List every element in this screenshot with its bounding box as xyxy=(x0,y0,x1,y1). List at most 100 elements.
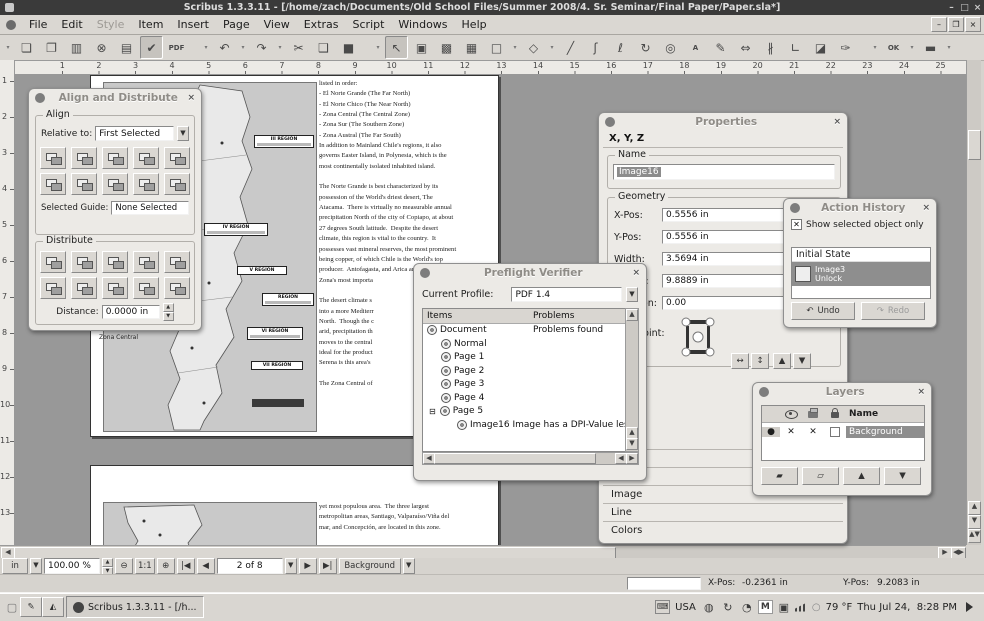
next-page-button[interactable]: ▶ xyxy=(299,558,317,574)
distance-spinner[interactable]: ▲▼ xyxy=(163,303,174,321)
history-item-selected[interactable]: Image3 Unlock xyxy=(792,262,930,286)
distribute-equal-v-button[interactable] xyxy=(133,277,159,299)
history-item-initial[interactable]: Initial State xyxy=(792,248,930,262)
layer-row[interactable]: ● ✕ ✕ Background xyxy=(762,423,924,441)
units-dropdown-arrow[interactable]: ▼ xyxy=(30,558,42,574)
dialog-menu-icon[interactable] xyxy=(790,203,800,213)
minimize-button[interactable]: – xyxy=(945,3,958,13)
text-editor-launcher[interactable]: ✎ xyxy=(20,597,42,617)
cut-icon[interactable]: ✂ xyxy=(287,36,310,59)
dialog-menu-icon[interactable] xyxy=(35,93,45,103)
align-right-out-button[interactable] xyxy=(164,147,190,169)
chart-app-launcher[interactable]: ◭ xyxy=(42,597,64,617)
layer-dropdown-arrow[interactable]: ▼ xyxy=(403,558,415,574)
raise-layer-button[interactable]: ▲ xyxy=(843,467,880,485)
menu-view[interactable]: View xyxy=(257,17,297,32)
keyboard-layout-icon[interactable]: ⌨ xyxy=(655,600,670,614)
preflight-verifier-icon[interactable]: ✔ xyxy=(140,36,163,59)
save-document-icon[interactable]: ▥ xyxy=(65,36,88,59)
insert-text-frame-icon[interactable]: ▣ xyxy=(410,36,433,59)
open-document-icon[interactable]: ❐ xyxy=(40,36,63,59)
window-titlebar[interactable]: Scribus 1.3.3.11 - [/home/zach/Documents… xyxy=(0,0,984,15)
distribute-left-button[interactable] xyxy=(40,251,66,273)
menu-item-menu[interactable]: Item xyxy=(131,17,170,32)
scroll-up-button[interactable]: ▲ xyxy=(968,501,981,515)
menu-page[interactable]: Page xyxy=(216,17,257,32)
zoom-level-field[interactable]: 100.00 % xyxy=(44,558,100,574)
preflight-row[interactable]: Normal xyxy=(423,337,625,351)
copy-icon[interactable]: ❑ xyxy=(312,36,335,59)
distribute-top-button[interactable] xyxy=(40,277,66,299)
menu-extras[interactable]: Extras xyxy=(297,17,346,32)
story-editor-icon[interactable]: ✎ xyxy=(709,36,732,59)
unlink-text-frames-icon[interactable]: ∦ xyxy=(759,36,782,59)
vertical-scrollbar-thumb[interactable] xyxy=(968,130,981,160)
dialog-menu-icon[interactable] xyxy=(605,117,615,127)
page-indicator-field[interactable]: 2 of 8 xyxy=(217,558,283,574)
mdi-close-button[interactable]: × xyxy=(965,17,981,32)
preflight-row[interactable]: Page 3 xyxy=(423,378,625,392)
dialog-close-icon[interactable]: × xyxy=(922,203,930,213)
menu-edit[interactable]: Edit xyxy=(54,17,89,32)
preflight-row[interactable]: ⊟ Page 5 xyxy=(423,405,625,419)
layer-print-toggle[interactable]: ✕ xyxy=(802,427,824,437)
zoom-out-button[interactable]: ⊖ xyxy=(115,558,133,574)
distribute-center-v-button[interactable] xyxy=(71,277,97,299)
preflight-row[interactable]: Image16 Image has a DPI-Value les xyxy=(423,418,625,432)
clock-tray-icon[interactable]: ◔ xyxy=(739,601,755,614)
copy-properties-icon[interactable]: ◪ xyxy=(809,36,832,59)
shape-menu-arrow[interactable]: ▾ xyxy=(510,36,520,59)
new-document-icon[interactable]: ❏ xyxy=(15,36,38,59)
first-page-button[interactable]: |◀ xyxy=(177,558,195,574)
delete-layer-button[interactable]: ▱ xyxy=(802,467,839,485)
history-list[interactable]: Initial State Image3 Unlock xyxy=(791,247,931,299)
layers-palette[interactable]: Layers × Name ● ✕ ✕ Background ▰ ▱ ▲ ▼ xyxy=(752,382,932,496)
preflight-row[interactable]: Page 2 xyxy=(423,364,625,378)
window-menu-icon[interactable] xyxy=(6,20,16,30)
insert-image-frame-icon[interactable]: ▩ xyxy=(435,36,458,59)
layers-table[interactable]: Name ● ✕ ✕ Background xyxy=(761,405,925,461)
action-history-titlebar[interactable]: Action History × xyxy=(784,199,936,216)
pdf-tools-handle[interactable]: ▾ xyxy=(870,36,880,59)
distribute-center-h-button[interactable] xyxy=(71,251,97,273)
redo-icon[interactable]: ↷ xyxy=(250,36,273,59)
tree-expander-icon[interactable]: ⊟ xyxy=(429,407,436,416)
paste-icon[interactable]: ■ xyxy=(337,36,360,59)
link-text-frames-icon[interactable]: ⇔ xyxy=(734,36,757,59)
undo-menu-arrow[interactable]: ▾ xyxy=(238,36,248,59)
mdi-minimize-button[interactable]: – xyxy=(931,17,947,32)
horizontal-scrollbar[interactable]: ◀ ▶ ◀▶ xyxy=(0,545,966,559)
dialog-menu-icon[interactable] xyxy=(420,268,430,278)
menu-file[interactable]: File xyxy=(22,17,54,32)
pdf-export-icon[interactable]: PDF xyxy=(165,36,188,59)
flip-vertical-button[interactable]: ↕ xyxy=(751,353,769,369)
mdi-restore-button[interactable]: ❐ xyxy=(948,17,964,32)
preflight-row[interactable]: Page 1 xyxy=(423,351,625,365)
pdf-field-icon[interactable]: ▬ xyxy=(919,36,942,59)
show-desktop-button[interactable]: ▢ xyxy=(4,601,20,614)
update-tray-icon[interactable]: ↻ xyxy=(720,601,736,614)
scroll-down-button[interactable]: ▼ xyxy=(968,515,981,529)
dialog-close-icon[interactable]: × xyxy=(187,93,195,103)
insert-line-icon[interactable]: ╱ xyxy=(559,36,582,59)
align-distribute-dialog[interactable]: Align and Distribute × Align Relative to… xyxy=(28,88,202,331)
vertical-ruler[interactable]: 12345678910111213 xyxy=(0,60,15,545)
pdf-push-button-icon[interactable]: OK xyxy=(882,36,905,59)
align-bottom-button[interactable] xyxy=(133,173,159,195)
select-tool-icon[interactable]: ↖ xyxy=(385,36,408,59)
dialog-close-icon[interactable]: × xyxy=(917,387,925,397)
align-right-button[interactable] xyxy=(133,147,159,169)
distribute-bottom-button[interactable] xyxy=(102,277,128,299)
preflight-vscrollbar[interactable]: ▲ ▲ ▼ xyxy=(625,308,639,452)
distance-field[interactable]: 0.0000 in xyxy=(102,305,160,319)
distribute-margins-h-button[interactable] xyxy=(164,251,190,273)
align-top-button[interactable] xyxy=(71,173,97,195)
menu-windows[interactable]: Windows xyxy=(391,17,454,32)
align-left-button[interactable] xyxy=(71,147,97,169)
chile-map-image-frame-2[interactable]: VIII REGIÓN xyxy=(103,502,317,545)
polygon-menu-arrow[interactable]: ▾ xyxy=(547,36,557,59)
insert-polygon-icon[interactable]: ◇ xyxy=(522,36,545,59)
menu-insert[interactable]: Insert xyxy=(170,17,216,32)
lower-layer-button[interactable]: ▼ xyxy=(884,467,921,485)
menu-script[interactable]: Script xyxy=(346,17,392,32)
